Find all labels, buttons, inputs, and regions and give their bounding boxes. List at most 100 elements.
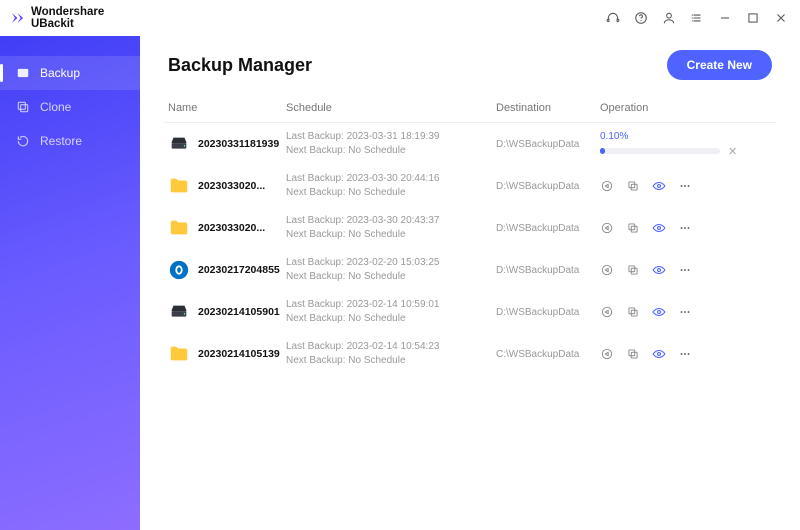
titlebar: [140, 0, 800, 36]
cell-schedule: Last Backup: 2023-02-20 15:03:25 Next Ba…: [286, 256, 496, 284]
table-row: 2023033020... Last Backup: 2023-03-30 20…: [164, 207, 776, 249]
menu-icon[interactable]: [690, 11, 704, 25]
next-backup: Next Backup: No Schedule: [286, 312, 496, 326]
last-backup: Last Backup: 2023-03-31 18:19:39: [286, 130, 496, 144]
view-icon[interactable]: [652, 347, 666, 361]
cell-destination: D:\WSBackupData: [496, 307, 600, 318]
cell-destination: D:\WSBackupData: [496, 181, 600, 192]
help-icon[interactable]: [634, 11, 648, 25]
header: Backup Manager Create New: [140, 36, 800, 88]
more-icon[interactable]: [678, 179, 692, 193]
sidebar-item-label: Clone: [40, 100, 71, 114]
cell-name: 20230217204855: [168, 259, 286, 281]
restore-icon[interactable]: [600, 179, 614, 193]
cell-operation: 0.10% ✕: [600, 131, 772, 158]
table-row: 2023033020... Last Backup: 2023-03-30 20…: [164, 165, 776, 207]
cell-destination: C:\WSBackupData: [496, 349, 600, 360]
cell-destination: D:\WSBackupData: [496, 223, 600, 234]
next-backup: Next Backup: No Schedule: [286, 228, 496, 242]
cell-destination: D:\WSBackupData: [496, 139, 600, 150]
backup-table: Name Schedule Destination Operation 2023…: [140, 88, 800, 375]
restore-icon[interactable]: [600, 347, 614, 361]
copy-icon[interactable]: [626, 263, 640, 277]
create-new-button[interactable]: Create New: [667, 50, 772, 80]
cell-name: 20230214105901: [168, 301, 286, 323]
brand-name: Wondershare UBackit: [31, 6, 130, 30]
cell-operation: [600, 221, 772, 235]
folder-icon: [168, 343, 190, 365]
backup-name: 2023033020...: [198, 222, 265, 234]
more-icon[interactable]: [678, 305, 692, 319]
disk-icon: [168, 133, 190, 155]
restore-icon[interactable]: [600, 221, 614, 235]
more-icon[interactable]: [678, 263, 692, 277]
last-backup: Last Backup: 2023-02-20 15:03:25: [286, 256, 496, 270]
sidebar-item-label: Restore: [40, 134, 82, 148]
sidebar-item-label: Backup: [40, 66, 80, 80]
brand-logo-icon: [10, 9, 25, 27]
sidebar-item-clone[interactable]: Clone: [0, 90, 140, 124]
backup-name: 20230214105139: [198, 348, 280, 360]
brand: Wondershare UBackit: [0, 0, 140, 36]
col-name: Name: [168, 102, 286, 114]
support-icon[interactable]: [606, 11, 620, 25]
cell-operation: [600, 347, 772, 361]
backup-icon: [16, 66, 30, 80]
cell-destination: D:\WSBackupData: [496, 265, 600, 276]
sidebar-item-restore[interactable]: Restore: [0, 124, 140, 158]
table-row: 20230214105901 Last Backup: 2023-02-14 1…: [164, 291, 776, 333]
minimize-icon[interactable]: [718, 11, 732, 25]
progress-label: 0.10%: [600, 131, 628, 142]
clone-icon: [16, 100, 30, 114]
view-icon[interactable]: [652, 263, 666, 277]
maximize-icon[interactable]: [746, 11, 760, 25]
backup-name: 2023033020...: [198, 180, 265, 192]
sidebar-item-backup[interactable]: Backup: [0, 56, 140, 90]
last-backup: Last Backup: 2023-02-14 10:54:23: [286, 340, 496, 354]
cell-schedule: Last Backup: 2023-03-30 20:43:37 Next Ba…: [286, 214, 496, 242]
outlook-icon: [168, 259, 190, 281]
cell-name: 2023033020...: [168, 175, 286, 197]
backup-name: 20230217204855: [198, 264, 280, 276]
cell-schedule: Last Backup: 2023-02-14 10:54:23 Next Ba…: [286, 340, 496, 368]
cell-name: 20230214105139: [168, 343, 286, 365]
cancel-icon[interactable]: ✕: [728, 145, 737, 158]
col-destination: Destination: [496, 102, 600, 114]
restore-icon: [16, 134, 30, 148]
next-backup: Next Backup: No Schedule: [286, 354, 496, 368]
close-icon[interactable]: [774, 11, 788, 25]
folder-icon: [168, 175, 190, 197]
view-icon[interactable]: [652, 179, 666, 193]
copy-icon[interactable]: [626, 347, 640, 361]
backup-name: 20230331181939: [198, 138, 279, 150]
copy-icon[interactable]: [626, 305, 640, 319]
disk-icon: [168, 301, 190, 323]
cell-operation: [600, 263, 772, 277]
account-icon[interactable]: [662, 11, 676, 25]
more-icon[interactable]: [678, 221, 692, 235]
nav: Backup Clone Restore: [0, 36, 140, 158]
table-header: Name Schedule Destination Operation: [164, 94, 776, 123]
last-backup: Last Backup: 2023-02-14 10:59:01: [286, 298, 496, 312]
col-operation: Operation: [600, 102, 772, 114]
cell-operation: [600, 179, 772, 193]
last-backup: Last Backup: 2023-03-30 20:44:16: [286, 172, 496, 186]
cell-name: 20230331181939: [168, 133, 286, 155]
more-icon[interactable]: [678, 347, 692, 361]
restore-icon[interactable]: [600, 305, 614, 319]
restore-icon[interactable]: [600, 263, 614, 277]
view-icon[interactable]: [652, 221, 666, 235]
col-schedule: Schedule: [286, 102, 496, 114]
table-row: 20230217204855 Last Backup: 2023-02-20 1…: [164, 249, 776, 291]
cell-schedule: Last Backup: 2023-03-31 18:19:39 Next Ba…: [286, 130, 496, 158]
folder-icon: [168, 217, 190, 239]
copy-icon[interactable]: [626, 221, 640, 235]
backup-name: 20230214105901: [198, 306, 280, 318]
copy-icon[interactable]: [626, 179, 640, 193]
cell-operation: [600, 305, 772, 319]
cell-name: 2023033020...: [168, 217, 286, 239]
last-backup: Last Backup: 2023-03-30 20:43:37: [286, 214, 496, 228]
view-icon[interactable]: [652, 305, 666, 319]
cell-schedule: Last Backup: 2023-02-14 10:59:01 Next Ba…: [286, 298, 496, 326]
sidebar: Wondershare UBackit Backup Clone Restore: [0, 0, 140, 530]
